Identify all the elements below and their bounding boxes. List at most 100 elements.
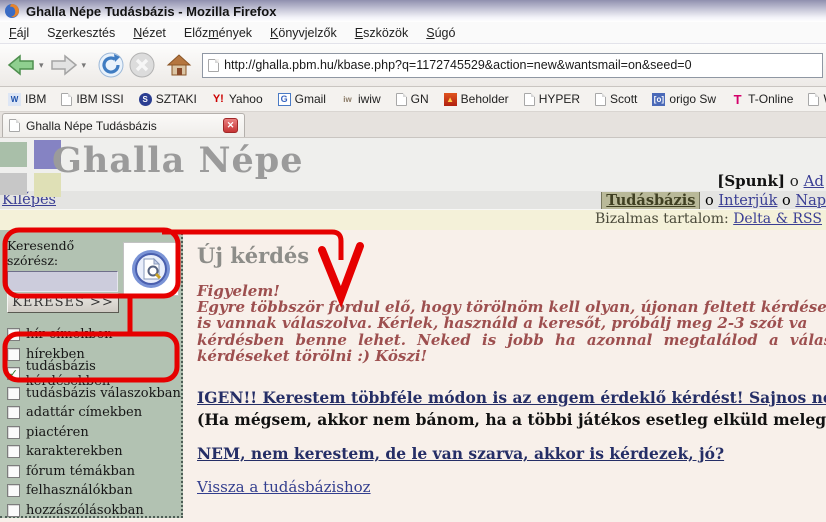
menu-item[interactable]: Súgó	[417, 23, 464, 43]
search-scope-row: piactéren	[7, 423, 181, 443]
tab-bar: Ghalla Népe Tudásbázis ✕	[0, 112, 826, 138]
page-body: Keresendő szórész: KERESÉS >>	[0, 230, 826, 522]
warning-line: is vannak válaszolva. Kérlek, használd a…	[197, 315, 826, 331]
separator: o	[790, 172, 799, 190]
page-icon	[808, 93, 819, 106]
info-bar: Bizalmas tartalom: Delta & RSS	[0, 210, 826, 230]
bookmark-item[interactable]: Wine HQ	[808, 92, 826, 106]
checkbox-label: tudásbázis kérdésekben	[26, 359, 181, 389]
bookmark-item[interactable]: W IBM	[8, 92, 46, 106]
delta-rss-link[interactable]: Delta & RSS	[733, 211, 822, 227]
unchecked-checkbox[interactable]	[7, 328, 20, 341]
page-icon	[61, 93, 72, 106]
bookmark-item[interactable]: SSZTAKI	[139, 92, 197, 106]
tab-title: Ghalla Népe Tudásbázis	[26, 119, 217, 133]
bookmark-item[interactable]: HYPER	[524, 92, 580, 106]
checkbox-label: tudásbázis válaszokban	[26, 386, 181, 401]
search-label: Keresendő szórész:	[7, 238, 120, 268]
forward-button[interactable]	[49, 52, 79, 78]
nav-tudasbazis[interactable]: Tudásbázis	[601, 192, 700, 209]
note-text: (Ha mégsem, akkor nem bánom, ha a többi …	[197, 410, 826, 429]
stop-button[interactable]	[128, 51, 156, 79]
tab-close-icon[interactable]: ✕	[223, 118, 238, 133]
menu-item[interactable]: Előzmények	[175, 23, 261, 43]
checkbox-label: hír címekben	[26, 327, 113, 342]
site-nav: Kilépés Tudásbázis o Interjúk o Nap	[0, 191, 826, 210]
unchecked-checkbox[interactable]	[7, 484, 20, 497]
search-doc-icon[interactable]	[123, 242, 179, 296]
warning-line: Egyre többször fordul elő, hogy törölnöm…	[197, 299, 826, 315]
unchecked-checkbox[interactable]	[7, 465, 20, 478]
checkbox-label: piactéren	[26, 425, 89, 440]
nav-naplo[interactable]: Nap	[795, 193, 826, 209]
unchecked-checkbox[interactable]	[7, 504, 20, 517]
bookmark-item[interactable]: GN	[396, 92, 429, 106]
separator: o	[705, 193, 714, 209]
menu-item[interactable]: Fájl	[0, 23, 38, 43]
page-title: Új kérdés	[197, 243, 826, 268]
bookmark-item[interactable]: Scott	[595, 92, 637, 106]
bookmark-item[interactable]: Y!Yahoo	[212, 92, 263, 106]
bookmark-label: Scott	[610, 92, 637, 106]
back-to-knowledgebase-link[interactable]: Vissza a tudásbázishoz	[197, 478, 371, 496]
menu-item[interactable]: Nézet	[124, 23, 175, 43]
bookmark-label: IBM	[25, 92, 46, 106]
forward-history-dropdown[interactable]: ▾	[82, 60, 87, 71]
search-scope-row: fórum témákban	[7, 462, 181, 482]
bookmark-label: origo Sw	[669, 92, 716, 106]
unchecked-checkbox[interactable]	[7, 426, 20, 439]
bookmark-label: Yahoo	[229, 92, 263, 106]
site-nav-right: Tudásbázis o Interjúk o Nap	[601, 192, 826, 209]
back-history-dropdown[interactable]: ▾	[39, 60, 44, 71]
profile-link[interactable]: Ad	[804, 172, 824, 190]
bookmark-item[interactable]: TT-Online	[731, 92, 793, 106]
bookmark-label: IBM ISSI	[76, 92, 123, 106]
no-searched-link[interactable]: NEM, nem kerestem, de le van szarva, akk…	[197, 444, 724, 463]
menu-item[interactable]: Szerkesztés	[38, 23, 124, 43]
firefox-icon	[4, 3, 20, 19]
back-button[interactable]	[6, 52, 36, 78]
bookmark-item[interactable]: [o]origo Sw	[652, 92, 716, 106]
search-scope-row: hozzászólásokban	[7, 501, 181, 521]
unchecked-checkbox[interactable]	[7, 348, 20, 361]
checkbox-label: karakterekben	[26, 444, 123, 459]
iwiw-favicon-icon: iw	[341, 93, 354, 106]
home-button[interactable]	[165, 52, 193, 78]
tab-ghalla-nepe[interactable]: Ghalla Népe Tudásbázis ✕	[2, 113, 245, 137]
reload-button[interactable]	[97, 51, 125, 79]
username: [Spunk]	[717, 172, 785, 190]
bookmark-label: GN	[411, 92, 429, 106]
search-input[interactable]	[7, 271, 118, 292]
bookmark-label: iwiw	[358, 92, 381, 106]
separator: o	[782, 193, 791, 209]
warning-line: kérdésben benne lehet. Neked is jobb ha …	[197, 332, 826, 348]
bookmarks-toolbar: W IBM IBM ISSI SSZTAKI Y!Yahoo GGmail iwiwiw GN…	[0, 87, 826, 112]
gmail-favicon-icon: G	[278, 93, 291, 106]
bookmark-item[interactable]: ▲Beholder	[444, 92, 509, 106]
sztaki-favicon-icon: S	[139, 93, 152, 106]
nav-interjuk[interactable]: Interjúk	[718, 193, 777, 209]
menu-item[interactable]: Eszközök	[346, 23, 418, 43]
browser-window: Ghalla Népe Tudásbázis - Mozilla Firefox…	[0, 0, 826, 522]
bookmark-item[interactable]: GGmail	[278, 92, 326, 106]
info-label: Bizalmas tartalom:	[595, 211, 729, 227]
bookmark-item[interactable]: IBM ISSI	[61, 92, 123, 106]
search-scope-row: hír címekben	[7, 325, 181, 345]
bookmark-item[interactable]: iwiwiw	[341, 92, 381, 106]
yes-searched-link[interactable]: IGEN!! Kerestem többféle módon is az eng…	[197, 388, 826, 407]
bookmark-label: T-Online	[748, 92, 793, 106]
ibm-favicon-icon: W	[8, 93, 21, 106]
unchecked-checkbox[interactable]	[7, 406, 20, 419]
unchecked-checkbox[interactable]	[7, 445, 20, 458]
bookmark-label: Beholder	[461, 92, 509, 106]
search-button[interactable]: KERESÉS >>	[7, 293, 119, 313]
address-bar[interactable]: http://ghalla.pbm.hu/kbase.php?q=1172745…	[202, 53, 823, 78]
search-scope-row: tudásbázis válaszokban	[7, 384, 181, 404]
search-scope-row: karakterekben	[7, 442, 181, 462]
menu-item[interactable]: Könyvjelzők	[261, 23, 346, 43]
search-scope-list: hír címekbenhírekben✓tudásbázis kérdések…	[7, 325, 181, 522]
unchecked-checkbox[interactable]	[7, 387, 20, 400]
checked-checkbox[interactable]: ✓	[7, 367, 20, 380]
navigation-toolbar: ▾ ▾ http://ghalla	[0, 44, 826, 87]
site-title: Ghalla Népe	[52, 140, 303, 181]
